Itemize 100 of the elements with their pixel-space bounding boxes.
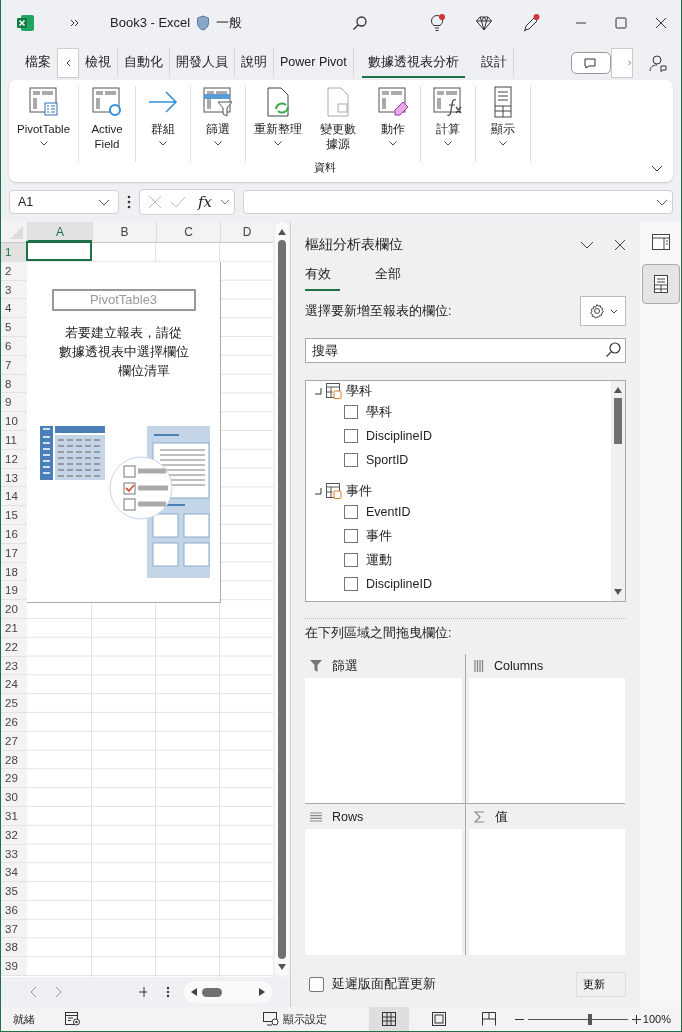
ribbon-button[interactable]: 變更數據源 xyxy=(310,86,367,162)
scrollbar-thumb[interactable] xyxy=(278,240,286,959)
checkbox[interactable] xyxy=(309,977,324,992)
search-field[interactable]: 搜尋 xyxy=(305,338,626,363)
field-name[interactable]: 運動 xyxy=(366,551,392,569)
name-box[interactable]: A1 xyxy=(9,190,119,214)
row-header[interactable]: 34 xyxy=(1,863,27,883)
chevron-down-icon[interactable] xyxy=(580,241,594,249)
accessibility-icon[interactable] xyxy=(65,1012,81,1026)
add-sheet-icon[interactable] xyxy=(138,986,148,998)
row-header[interactable]: 15 xyxy=(1,506,27,525)
scroll-up-icon[interactable] xyxy=(277,228,287,236)
collapse-icon[interactable] xyxy=(314,387,322,395)
row-header[interactable]: 35 xyxy=(1,882,27,901)
search-icon[interactable] xyxy=(605,342,621,358)
row-header[interactable]: 19 xyxy=(1,581,27,601)
checkbox[interactable] xyxy=(344,429,358,443)
table-name[interactable]: 學科 xyxy=(346,382,372,400)
panel-layout-icon[interactable] xyxy=(651,234,670,250)
field-name[interactable]: 事件 xyxy=(366,527,392,545)
row-header[interactable]: 1 xyxy=(1,243,27,262)
column-header[interactable]: C xyxy=(156,222,220,242)
ribbon-tab[interactable]: 設計 xyxy=(474,47,514,78)
checkbox[interactable] xyxy=(344,553,358,567)
ribbon-button[interactable]: 篩選 xyxy=(191,86,246,162)
row-header[interactable]: 14 xyxy=(1,487,27,507)
row-header[interactable]: 25 xyxy=(1,694,27,713)
sensitivity-label[interactable]: 一般 xyxy=(216,13,243,32)
ribbon-tab[interactable]: 說明 xyxy=(235,47,274,78)
checkbox[interactable] xyxy=(344,505,358,519)
scroll-up-icon[interactable] xyxy=(613,386,623,394)
row-header[interactable]: 20 xyxy=(1,600,27,619)
ribbon-button[interactable]: 群組 xyxy=(136,86,191,162)
scroll-down-icon[interactable] xyxy=(613,588,623,596)
row-header[interactable]: 29 xyxy=(1,769,27,789)
field-name[interactable]: DisciplineID xyxy=(366,577,432,591)
horizontal-scrollbar[interactable] xyxy=(184,981,272,1003)
ribbon-tab[interactable]: 檔案 xyxy=(19,47,57,78)
ribbon-button[interactable]: 動作 xyxy=(366,86,421,162)
scroll-right-icon[interactable] xyxy=(258,987,266,997)
ribbon-button[interactable]: 重新整理 xyxy=(246,86,311,162)
row-header[interactable]: 5 xyxy=(1,318,27,337)
row-header[interactable]: 4 xyxy=(1,299,27,319)
close-icon[interactable] xyxy=(655,16,667,29)
ribbon-button[interactable]: PivotTable xyxy=(9,86,79,162)
comment-button[interactable] xyxy=(571,51,611,74)
ribbon-tab[interactable]: 檢視 xyxy=(79,47,118,78)
field-name[interactable]: SportID xyxy=(366,453,409,467)
update-button[interactable]: 更新 xyxy=(576,972,626,997)
checkmark-icon[interactable] xyxy=(170,195,186,209)
checkbox[interactable] xyxy=(344,577,358,591)
more-options-icon[interactable] xyxy=(166,986,170,998)
ribbon-button[interactable]: Active Field xyxy=(79,86,136,162)
chevron-double-icon[interactable] xyxy=(70,17,80,28)
formula-input[interactable] xyxy=(243,190,673,214)
ribbon-tab[interactable]: 數據透視表分析 xyxy=(361,47,465,78)
settings-button[interactable] xyxy=(580,296,626,326)
checkbox[interactable] xyxy=(344,529,358,543)
field-name[interactable]: DisciplineID xyxy=(366,429,432,443)
caret-icon[interactable] xyxy=(220,199,230,205)
scrollbar-thumb[interactable] xyxy=(202,987,222,997)
row-header[interactable]: 9 xyxy=(1,393,27,413)
checkbox[interactable] xyxy=(344,405,358,419)
row-header[interactable]: 10 xyxy=(1,412,27,431)
insert-function-button[interactable]: fx xyxy=(198,193,212,211)
zoom-level[interactable]: 100% xyxy=(642,1013,671,1025)
zoom-in-icon[interactable] xyxy=(631,1014,641,1024)
column-header[interactable]: A xyxy=(27,222,92,242)
field-name[interactable]: 學科 xyxy=(366,403,392,421)
table-name[interactable]: 事件 xyxy=(346,482,372,500)
ribbon-button[interactable]: 顯示 xyxy=(476,86,531,162)
row-header[interactable]: 24 xyxy=(1,675,27,695)
ribbon-tab[interactable]: 自動化 xyxy=(118,47,170,78)
more-options-icon[interactable] xyxy=(127,195,131,209)
field-list-button[interactable] xyxy=(641,264,680,304)
person-icon[interactable] xyxy=(649,53,667,72)
diamond-icon[interactable] xyxy=(475,13,493,32)
maximize-icon[interactable] xyxy=(615,16,627,29)
field-name[interactable]: EventID xyxy=(366,505,411,519)
pen-icon[interactable] xyxy=(521,12,541,33)
row-header[interactable]: 39 xyxy=(1,957,27,977)
vertical-scrollbar[interactable] xyxy=(611,381,625,601)
column-header[interactable]: D xyxy=(220,222,273,242)
close-icon[interactable] xyxy=(614,239,626,251)
ribbon-tab[interactable]: Power Pivot xyxy=(274,47,354,78)
scroll-down-icon[interactable] xyxy=(277,963,287,971)
row-header[interactable]: 30 xyxy=(1,788,27,807)
scroll-left-icon[interactable] xyxy=(190,987,198,997)
active-cell[interactable] xyxy=(26,241,92,261)
pane-tab[interactable]: 全部 xyxy=(375,266,409,291)
normal-view-button[interactable] xyxy=(368,1007,409,1031)
scrollbar-thumb[interactable] xyxy=(614,398,622,444)
collapse-icon[interactable] xyxy=(314,487,322,495)
vertical-scrollbar[interactable] xyxy=(275,222,289,977)
search-icon[interactable] xyxy=(352,14,369,31)
display-settings-button[interactable]: 顯示設定 xyxy=(262,1011,327,1027)
ribbon-button[interactable]: 計算 xyxy=(421,86,476,162)
checkbox[interactable] xyxy=(344,453,358,467)
column-header[interactable]: B xyxy=(92,222,156,242)
pane-tab[interactable]: 有效 xyxy=(305,266,340,291)
